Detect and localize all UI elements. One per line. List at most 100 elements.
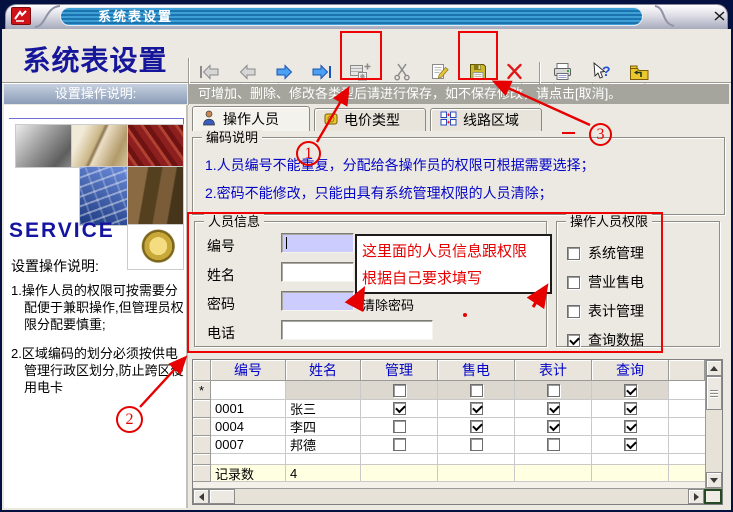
- grid-row-0001[interactable]: 0001 张三: [193, 400, 705, 418]
- row-filler: [669, 436, 705, 454]
- row-admin-cell[interactable]: [361, 436, 438, 454]
- row-admin-checkbox[interactable]: [393, 402, 406, 415]
- grid-corner-cell: [193, 360, 211, 381]
- new-row-admin-checkbox[interactable]: [393, 384, 406, 397]
- new-row-admin-cell[interactable]: [361, 381, 438, 400]
- new-row-sales-cell[interactable]: [438, 381, 515, 400]
- row-meter-cell[interactable]: [515, 418, 592, 436]
- sales-checkbox[interactable]: [567, 276, 580, 289]
- triangle-right-icon: [694, 493, 699, 501]
- phone-field[interactable]: [281, 320, 433, 340]
- new-row-query-checkbox[interactable]: [624, 384, 637, 397]
- sidebar: SERVICE 设置操作说明: 1.操作人员的权限可按需要分配便于兼职操作,但管…: [4, 105, 188, 508]
- row-selector[interactable]: [193, 436, 211, 454]
- row-query-checkbox[interactable]: [624, 420, 637, 433]
- sidebar-note-2: 2.区域编码的划分必须按供电管理行政区划分,防止跨区使用电卡: [11, 345, 185, 396]
- query-checkbox[interactable]: [567, 334, 580, 347]
- row-query-cell[interactable]: [592, 436, 669, 454]
- row-query-checkbox[interactable]: [624, 402, 637, 415]
- horizontal-scroll-track[interactable]: [235, 489, 688, 504]
- row-sales-checkbox[interactable]: [470, 420, 483, 433]
- row-filler: [669, 400, 705, 418]
- clear-password-link[interactable]: 清除密码: [362, 295, 414, 314]
- new-row-marker: *: [193, 381, 211, 400]
- col-header-id[interactable]: 编号: [211, 360, 286, 381]
- row-selector[interactable]: [193, 418, 211, 436]
- close-icon: [714, 8, 725, 26]
- row-meter-checkbox[interactable]: [547, 420, 560, 433]
- field-label-phone: 电话: [207, 323, 235, 343]
- col-header-admin[interactable]: 管理: [361, 360, 438, 381]
- row-meter-checkbox[interactable]: [547, 402, 560, 415]
- row-sales-cell[interactable]: [438, 418, 515, 436]
- grid-footer-row: 记录数 4: [193, 465, 705, 482]
- row-name-cell[interactable]: 张三: [286, 400, 361, 418]
- tab-line-area[interactable]: 线路区域: [430, 108, 542, 131]
- grid-row-0007[interactable]: 0007 邦德: [193, 436, 705, 454]
- row-query-checkbox[interactable]: [624, 438, 637, 451]
- row-query-cell[interactable]: [592, 400, 669, 418]
- triangle-down-icon: [710, 478, 718, 483]
- row-name-cell[interactable]: 李四: [286, 418, 361, 436]
- vertical-scroll-thumb[interactable]: [706, 376, 722, 410]
- person-icon: [202, 110, 217, 129]
- row-sales-cell[interactable]: [438, 436, 515, 454]
- row-name-cell[interactable]: 邦德: [286, 436, 361, 454]
- col-header-query[interactable]: 查询: [592, 360, 669, 381]
- horizontal-scrollbar[interactable]: [193, 489, 704, 504]
- row-sales-checkbox[interactable]: [470, 402, 483, 415]
- info-message-bar: 可增加、删除、修改各类型后请进行保存，如不保存修改，请点击[取消]。: [188, 84, 729, 104]
- password-field[interactable]: [281, 291, 354, 311]
- vertical-scroll-track[interactable]: [706, 410, 722, 472]
- sidebar-header-text: 设置操作说明:: [55, 86, 137, 101]
- row-admin-checkbox[interactable]: [393, 420, 406, 433]
- scroll-right-button[interactable]: [688, 489, 704, 504]
- grid-row-0004[interactable]: 0004 李四: [193, 418, 705, 436]
- meter-label: 表计管理: [588, 301, 644, 321]
- new-row-name-cell[interactable]: [286, 381, 361, 400]
- coding-help-line-2: 2.密码不能修改，只能由具有系统管理权限的人员清除；: [205, 183, 553, 203]
- row-query-cell[interactable]: [592, 418, 669, 436]
- row-sales-checkbox[interactable]: [470, 438, 483, 451]
- row-id-cell[interactable]: 0004: [211, 418, 286, 436]
- close-button[interactable]: [709, 9, 729, 24]
- id-field[interactable]: [281, 233, 354, 253]
- titlebar: 系统表设置: [2, 2, 731, 29]
- cursor-question-icon: ?: [590, 59, 612, 84]
- coding-help-groupbox: 编码说明 1.人员编号不能重复，分配给各操作员的权限可根据需要选择； 2.密码不…: [192, 137, 725, 215]
- grid-new-row[interactable]: *: [193, 381, 705, 400]
- vertical-scrollbar[interactable]: [705, 360, 722, 488]
- row-meter-cell[interactable]: [515, 400, 592, 418]
- scroll-left-button[interactable]: [193, 489, 209, 504]
- col-header-filler: [669, 360, 705, 381]
- scroll-up-button[interactable]: [706, 360, 722, 376]
- col-header-meter[interactable]: 表计: [515, 360, 592, 381]
- header: 系统表设置 到首 向前 向后 到尾 增加 删除 修改: [2, 29, 731, 84]
- coding-help-title: 编码说明: [202, 130, 262, 145]
- scroll-down-button[interactable]: [706, 472, 722, 488]
- row-admin-cell[interactable]: [361, 418, 438, 436]
- row-meter-checkbox[interactable]: [547, 438, 560, 451]
- row-meter-cell[interactable]: [515, 436, 592, 454]
- col-header-name[interactable]: 姓名: [286, 360, 361, 381]
- new-row-meter-checkbox[interactable]: [547, 384, 560, 397]
- row-id-cell[interactable]: 0007: [211, 436, 286, 454]
- row-sales-cell[interactable]: [438, 400, 515, 418]
- system-admin-checkbox[interactable]: [567, 247, 580, 260]
- new-row-query-cell[interactable]: [592, 381, 669, 400]
- new-row-sales-checkbox[interactable]: [470, 384, 483, 397]
- tab-price-type[interactable]: 电价类型: [314, 108, 426, 131]
- row-id-cell[interactable]: 0001: [211, 400, 286, 418]
- name-field[interactable]: [281, 262, 354, 282]
- sidebar-divider-vline: [183, 118, 184, 268]
- tab-operators[interactable]: 操作人员: [192, 106, 310, 131]
- col-header-sales[interactable]: 售电: [438, 360, 515, 381]
- horizontal-scroll-thumb[interactable]: [209, 489, 235, 504]
- meter-checkbox[interactable]: [567, 305, 580, 318]
- sales-label: 营业售电: [588, 272, 644, 292]
- new-row-meter-cell[interactable]: [515, 381, 592, 400]
- row-admin-checkbox[interactable]: [393, 438, 406, 451]
- row-admin-cell[interactable]: [361, 400, 438, 418]
- row-selector[interactable]: [193, 400, 211, 418]
- new-row-id-cell[interactable]: [211, 381, 286, 400]
